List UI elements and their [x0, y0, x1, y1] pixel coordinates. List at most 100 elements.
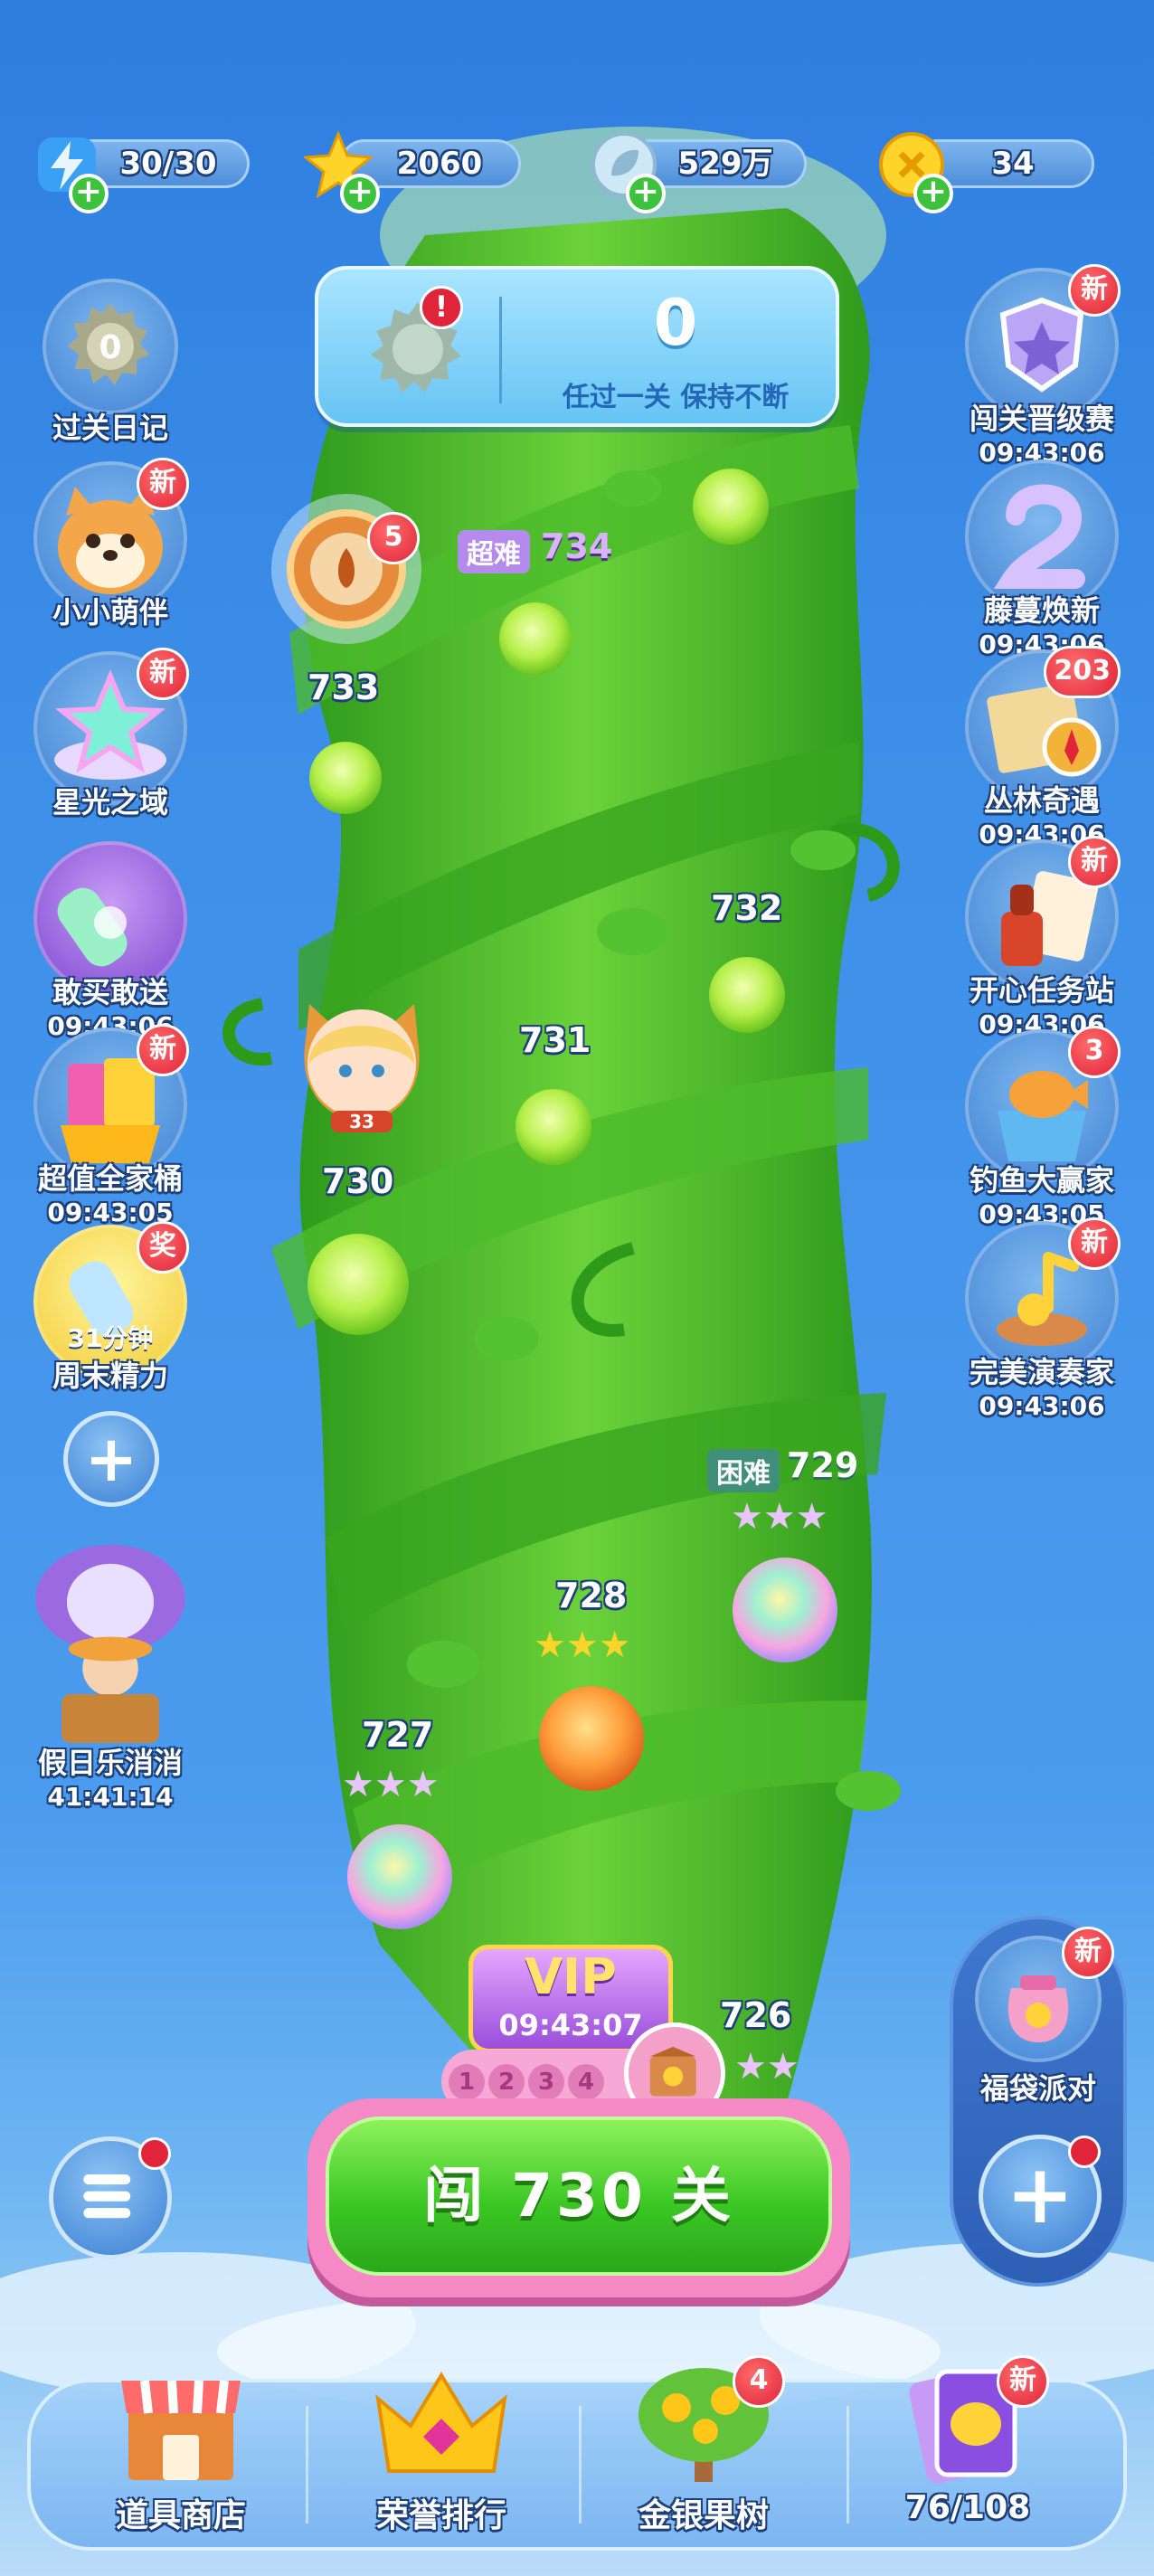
side-button-perfect-musician[interactable]: 新 完美演奏家 09:43:06: [951, 1217, 1132, 1421]
level-729[interactable]: 729: [787, 1445, 858, 1485]
hard-tag: 困难: [707, 1449, 780, 1492]
plus-icon: +: [84, 1422, 138, 1496]
super-hard-tag: 超难: [458, 530, 530, 573]
hot-air-balloon-icon: [35, 1544, 185, 1743]
buy-gift-label: 敢买敢送: [52, 975, 168, 1009]
level-728-stars: ★★★: [534, 1624, 631, 1666]
task-station-label: 开心任务站: [969, 973, 1114, 1008]
leaves-value: 529万: [677, 146, 773, 182]
nav-ranking-label: 荣誉排行: [375, 2497, 506, 2534]
level-728[interactable]: 728: [555, 1576, 627, 1615]
cute-pet-badge: 新: [137, 458, 189, 510]
side-button-level-diary[interactable]: 0 过关日记: [20, 279, 201, 447]
nav-item-shop[interactable]: [63, 2353, 298, 2489]
lucky-bag-badge: 新: [1062, 1927, 1114, 1979]
lucky-bag-circle: 新: [975, 1927, 1114, 2062]
level-726[interactable]: 726: [720, 1995, 791, 2035]
step-1: 1: [449, 2064, 485, 2100]
fishing-label: 钓鱼大赢家: [969, 1163, 1114, 1198]
stars-value: 2060: [396, 146, 483, 182]
family-bucket-badge: 新: [137, 1024, 189, 1076]
coins-value: 34: [991, 146, 1035, 182]
lucky-bag-label: 福袋派对: [979, 2071, 1096, 2106]
starlight-label: 星光之域: [52, 785, 168, 819]
notification-dot: [138, 2137, 171, 2170]
player-avatar[interactable]: 33: [282, 977, 441, 1136]
level-732[interactable]: 732: [711, 888, 782, 928]
menu-button[interactable]: [49, 2136, 172, 2259]
side-button-cute-pet[interactable]: 新 小小萌伴: [20, 458, 201, 631]
add-shortcut-button[interactable]: +: [63, 1411, 159, 1507]
fruit-tree-badge: 4: [733, 2355, 785, 2408]
side-button-fishing[interactable]: 3 钓鱼大赢家 09:43:05: [951, 1026, 1132, 1229]
level-730[interactable]: 730: [322, 1161, 393, 1201]
cute-pet-label: 小小萌伴: [52, 595, 168, 630]
svg-text:0: 0: [99, 329, 121, 366]
level-734[interactable]: 734: [541, 526, 612, 566]
level-727[interactable]: 727: [362, 1715, 433, 1755]
side-button-promotion-match[interactable]: 新 闯关晋级赛 09:43:06: [951, 264, 1132, 468]
musician-label: 完美演奏家: [969, 1355, 1114, 1389]
shop-stall-icon: [121, 2380, 241, 2480]
level-729-stars: ★★★: [731, 1496, 828, 1538]
side-button-family-bucket[interactable]: 新 超值全家桶 09:43:05: [20, 1024, 201, 1227]
family-bucket-label: 超值全家桶: [37, 1161, 183, 1196]
notification-dot: [1068, 2136, 1101, 2168]
starlight-badge: 新: [137, 648, 189, 700]
vine-renew-label: 藤蔓焕新: [983, 593, 1100, 628]
coins-plus-button[interactable]: +: [913, 174, 953, 213]
weekend-energy-badge: 奖: [137, 1221, 189, 1274]
nav-divider: [847, 2406, 849, 2524]
energy-value: 30/30: [119, 146, 217, 182]
crown-icon: [375, 2372, 507, 2473]
streak-divider: [499, 297, 502, 403]
task-station-badge: 新: [1068, 836, 1121, 888]
nav-divider: [579, 2406, 582, 2524]
streak-panel[interactable]: ! 0 任过一关 保持不断: [315, 266, 839, 427]
spin-wheel-button[interactable]: 5: [271, 494, 421, 644]
step-2: 2: [488, 2064, 525, 2100]
stars-plus-button[interactable]: +: [340, 174, 380, 213]
musician-timer: 09:43:06: [979, 1391, 1105, 1421]
level-diary-circle: 0: [43, 279, 178, 414]
level-726-stars: ★★: [734, 2046, 799, 2088]
step-3: 3: [528, 2064, 564, 2100]
side-button-buy-gift[interactable]: 敢买敢送 09:43:06: [20, 841, 201, 1041]
lucky-bag-button[interactable]: 新 福袋派对: [950, 1927, 1127, 2107]
promotion-match-badge: 新: [1068, 264, 1121, 317]
cog-icon: 0: [68, 304, 149, 385]
leaves-plus-button[interactable]: +: [626, 174, 666, 213]
step-4: 4: [568, 2064, 604, 2100]
jungle-adventure-label: 丛林奇遇: [983, 783, 1100, 818]
fishing-badge: 3: [1068, 1026, 1121, 1078]
nav-item-cards[interactable]: 新: [850, 2353, 1085, 2489]
energy-plus-button[interactable]: +: [69, 174, 109, 213]
nav-shop-label: 道具商店: [115, 2497, 246, 2534]
alert-badge: !: [420, 286, 463, 329]
jungle-adventure-badge: 203: [1044, 646, 1121, 698]
weekend-energy-duration: 31分钟: [67, 1323, 154, 1353]
avatar-level: 33: [349, 1111, 374, 1132]
side-button-starlight-realm[interactable]: 新 星光之域: [20, 648, 201, 821]
weekend-energy-label: 周末精力: [52, 1359, 168, 1393]
musician-badge: 新: [1068, 1217, 1121, 1270]
level-733[interactable]: 733: [307, 668, 379, 707]
side-button-holiday-match[interactable]: 假日乐消消 41:41:14: [20, 1538, 201, 1812]
side-button-task-station[interactable]: 新 开心任务站 09:43:06: [951, 836, 1132, 1039]
promotion-match-label: 闯关晋级赛: [969, 402, 1114, 436]
cards-badge: 新: [997, 2355, 1049, 2408]
add-plus-button[interactable]: +: [979, 2135, 1102, 2258]
play-button-label[interactable]: 闯 730 关: [326, 2117, 832, 2276]
nav-item-fruit-tree[interactable]: 4: [586, 2353, 821, 2489]
streak-subtitle: 任过一关 保持不断: [562, 382, 790, 413]
side-button-weekend-energy[interactable]: 31分钟 奖 周末精力: [20, 1221, 201, 1395]
nav-divider: [306, 2406, 308, 2524]
streak-count: 0: [653, 286, 698, 360]
level-731[interactable]: 731: [519, 1020, 591, 1060]
level-727-stars: ★★★: [342, 1764, 440, 1805]
holiday-match-label: 假日乐消消: [37, 1746, 183, 1780]
nav-item-ranking[interactable]: [324, 2353, 559, 2489]
nav-cards-label: 76/108: [904, 2489, 1031, 2526]
side-button-vine-renew[interactable]: 藤蔓焕新 09:43:06: [951, 459, 1132, 659]
side-button-jungle-adventure[interactable]: 203 丛林奇遇 09:43:06: [951, 646, 1132, 849]
